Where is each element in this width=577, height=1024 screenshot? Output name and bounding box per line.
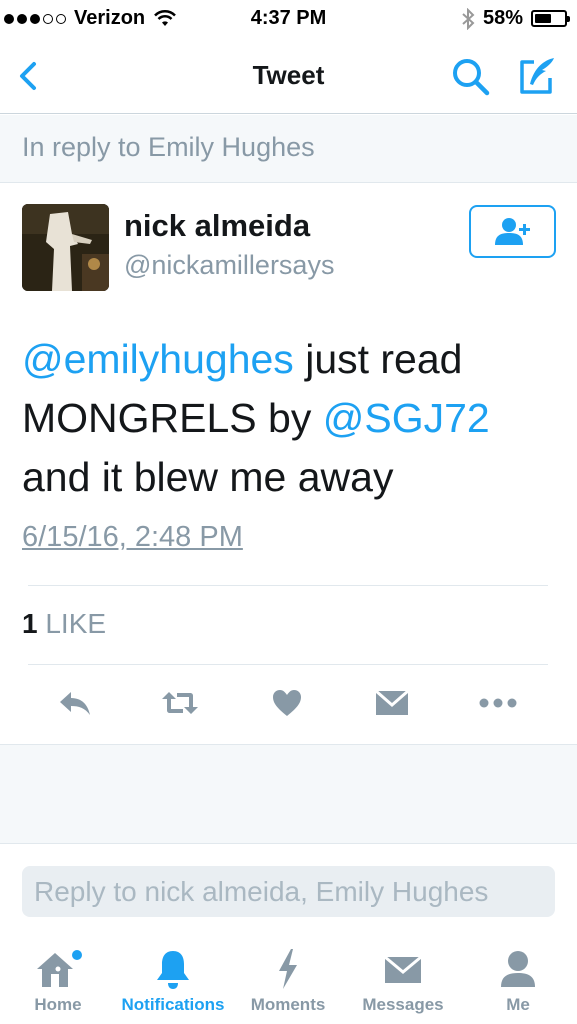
compose-tweet-icon[interactable] [514, 54, 558, 98]
direct-message-button[interactable] [362, 680, 422, 726]
tab-bar: Home Notifications Moments Messages Me [0, 935, 577, 1024]
more-dots-icon [479, 698, 517, 708]
tweet-text-segment: and it blew me away [22, 454, 394, 500]
tab-messages[interactable]: Messages [348, 935, 458, 1024]
tab-home[interactable]: Home [8, 935, 108, 1024]
author-name[interactable]: nick almeida [124, 208, 310, 244]
like-button[interactable] [257, 680, 317, 726]
search-icon[interactable] [450, 56, 492, 98]
avatar-photo [22, 204, 109, 291]
battery-percent: 58% [482, 7, 523, 29]
status-bar: Verizon 4:37 PM 58% [0, 0, 577, 38]
divider [28, 585, 548, 586]
tab-me[interactable]: Me [478, 935, 558, 1024]
like-count-number: 1 [22, 608, 38, 639]
nav-bar: Tweet [0, 38, 577, 114]
tab-label: Messages [362, 995, 444, 1014]
reply-icon [60, 692, 90, 715]
mention-link[interactable]: @emilyhughes [22, 336, 294, 382]
heart-icon [273, 690, 301, 716]
replies-area [0, 744, 577, 844]
tab-moments[interactable]: Moments [238, 935, 338, 1024]
reply-button[interactable] [45, 680, 105, 726]
lightning-icon [279, 949, 297, 989]
author-handle[interactable]: @nickamillersays [124, 250, 334, 281]
add-user-icon [494, 217, 530, 245]
like-count[interactable]: 1 LIKE [22, 608, 106, 640]
home-icon [37, 950, 82, 987]
reply-input[interactable]: Reply to nick almeida, Emily Hughes [22, 866, 555, 917]
retweet-button[interactable] [150, 680, 210, 726]
tweet-timestamp[interactable]: 6/15/16, 2:48 PM [22, 521, 243, 554]
tab-label: Me [506, 995, 530, 1014]
battery-icon [531, 10, 570, 27]
bell-icon [157, 951, 189, 989]
tab-label: Home [34, 995, 82, 1014]
tab-notifications[interactable]: Notifications [113, 935, 233, 1024]
like-count-label: LIKE [45, 608, 107, 639]
bluetooth-icon [462, 7, 475, 30]
in-reply-to-banner[interactable]: In reply to Emily Hughes [0, 115, 577, 183]
more-options-button[interactable] [468, 680, 528, 726]
avatar[interactable] [22, 204, 109, 291]
tweet-text: @emilyhughes just read MONGRELS by @SGJ7… [22, 330, 562, 507]
envelope-icon [384, 955, 422, 983]
person-icon [501, 951, 535, 987]
follow-button[interactable] [469, 205, 556, 258]
tab-label: Notifications [121, 995, 225, 1014]
tab-label: Moments [250, 995, 326, 1014]
retweet-icon [162, 692, 198, 714]
tweet-actions [0, 680, 577, 730]
divider [28, 664, 548, 665]
envelope-icon [375, 689, 409, 715]
mention-link[interactable]: @SGJ72 [323, 395, 490, 441]
